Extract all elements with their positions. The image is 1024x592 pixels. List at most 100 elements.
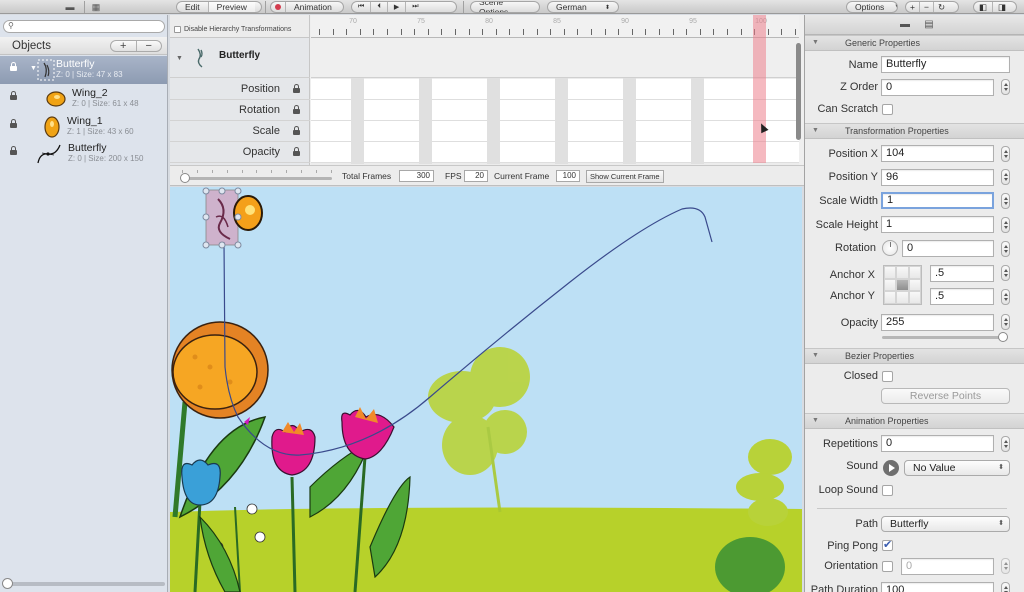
bezier-properties-header[interactable]: ▼ Bezier Properties xyxy=(805,348,1024,364)
lock-icon[interactable] xyxy=(10,94,17,101)
anchor-cell[interactable] xyxy=(908,278,921,292)
play-sound-icon[interactable] xyxy=(883,460,899,476)
object-row[interactable]: Wing_1 Z: 1 | Size: 43 x 60 xyxy=(0,113,167,141)
object-zoom-slider[interactable] xyxy=(2,578,165,589)
orientation-checkbox[interactable] xyxy=(882,561,893,572)
generic-properties-header[interactable]: ▼ Generic Properties xyxy=(805,35,1024,51)
anchor-cell[interactable] xyxy=(908,266,921,279)
step-forward-icon[interactable]: ⏭ xyxy=(406,2,424,12)
disclosure-triangle-icon[interactable]: ▼ xyxy=(812,39,819,46)
tab-edit[interactable]: Edit xyxy=(177,2,209,12)
playhead[interactable] xyxy=(753,15,766,163)
reset-zoom-button[interactable]: ↻ xyxy=(934,2,949,12)
rotation-input[interactable]: 0 xyxy=(902,240,994,257)
transformation-properties-header[interactable]: ▼ Transformation Properties xyxy=(805,123,1024,139)
lock-icon[interactable] xyxy=(10,65,17,72)
timeline-vertical-scrollbar[interactable] xyxy=(796,43,801,140)
animation-properties-header[interactable]: ▼ Animation Properties xyxy=(805,413,1024,429)
fps-input[interactable]: 20 xyxy=(464,170,488,182)
anchor-cell[interactable] xyxy=(884,278,897,292)
anchor-cell[interactable] xyxy=(884,266,897,279)
orientation-input[interactable]: 0 xyxy=(901,558,994,575)
step-back-icon[interactable]: ⏴ xyxy=(371,2,388,12)
reverse-points-button[interactable]: Reverse Points xyxy=(881,388,1010,404)
track-scale[interactable]: Scale xyxy=(170,121,310,142)
anchor-x-input[interactable]: .5 xyxy=(930,265,994,282)
closed-checkbox[interactable] xyxy=(882,371,893,382)
position-x-input[interactable]: 104 xyxy=(881,145,994,162)
object-row[interactable]: Butterfly Z: 0 | Size: 200 x 150 xyxy=(0,140,167,168)
path-duration-stepper[interactable] xyxy=(1001,582,1010,592)
position-y-stepper[interactable] xyxy=(1001,169,1010,185)
scene-options-button[interactable]: Scene Options xyxy=(470,1,540,13)
path-duration-input[interactable]: 100 xyxy=(881,582,994,592)
language-select[interactable]: German ⬍ xyxy=(547,1,619,13)
show-current-frame-button[interactable]: Show Current Frame xyxy=(586,170,664,183)
timeline-ruler[interactable]: 70 75 80 85 90 95 100 xyxy=(311,15,799,38)
name-input[interactable]: Butterfly xyxy=(881,56,1010,73)
opacity-stepper[interactable] xyxy=(1001,314,1010,330)
animation-toggle[interactable]: Animation xyxy=(270,1,344,13)
anchor-point-grid[interactable] xyxy=(883,265,922,305)
skip-to-start-icon[interactable]: ⏮ xyxy=(352,2,372,12)
orientation-stepper[interactable] xyxy=(1001,558,1010,574)
path-select[interactable]: Butterfly ⬍ xyxy=(881,516,1010,532)
zoom-out-button[interactable]: − xyxy=(920,2,934,12)
opacity-input[interactable]: 255 xyxy=(881,314,994,331)
opacity-slider[interactable] xyxy=(882,332,1008,342)
disclosure-triangle-icon[interactable]: ▼ xyxy=(812,127,819,134)
record-icon[interactable] xyxy=(271,2,286,12)
zoom-in-button[interactable]: + xyxy=(906,2,920,12)
anchor-y-input[interactable]: .5 xyxy=(930,288,994,305)
timeline-object-row[interactable]: ▼ Butterfly xyxy=(170,38,310,78)
slider-knob[interactable] xyxy=(180,173,190,183)
disclosure-triangle-icon[interactable]: ▼ xyxy=(812,417,819,424)
sound-select[interactable]: No Value ⬍ xyxy=(904,460,1010,476)
object-row[interactable]: ▼ Butterfly Z: 0 | Size: 47 x 83 xyxy=(0,56,167,84)
scale-height-input[interactable]: 1 xyxy=(881,216,994,233)
folder-icon[interactable]: ▬ xyxy=(899,19,911,30)
right-pane-icon[interactable]: ◨ xyxy=(993,2,1011,12)
repetitions-input[interactable]: 0 xyxy=(881,435,994,452)
current-frame-input[interactable]: 100 xyxy=(556,170,580,182)
disclosure-triangle-icon[interactable]: ▼ xyxy=(812,352,819,359)
z-order-stepper[interactable] xyxy=(1001,79,1010,95)
slider-knob[interactable] xyxy=(998,332,1008,342)
total-frames-input[interactable]: 300 xyxy=(399,170,434,182)
repetitions-stepper[interactable] xyxy=(1001,436,1010,452)
remove-object-button[interactable]: − xyxy=(137,41,162,52)
search-input[interactable]: ⚲ xyxy=(3,20,165,33)
loop-sound-checkbox[interactable] xyxy=(882,485,893,496)
play-icon[interactable]: ▶ xyxy=(388,2,407,12)
anchor-y-stepper[interactable] xyxy=(1001,289,1010,305)
folder-icon[interactable]: ▬ xyxy=(64,2,76,12)
disable-hierarchy-checkbox[interactable] xyxy=(174,26,181,33)
timeline-zoom-slider[interactable] xyxy=(180,170,332,183)
track-position[interactable]: Position xyxy=(170,79,310,100)
track-rotation[interactable]: Rotation xyxy=(170,100,310,121)
position-x-stepper[interactable] xyxy=(1001,146,1010,162)
scene-canvas[interactable] xyxy=(170,187,802,592)
can-scratch-checkbox[interactable] xyxy=(882,104,893,115)
rotation-dial[interactable] xyxy=(882,240,898,256)
properties-icon[interactable]: ▤ xyxy=(923,19,935,30)
z-order-input[interactable]: 0 xyxy=(881,79,994,96)
position-y-input[interactable]: 96 xyxy=(881,169,994,186)
track-opacity[interactable]: Opacity xyxy=(170,142,310,163)
add-object-button[interactable]: + xyxy=(111,41,137,52)
scale-height-stepper[interactable] xyxy=(1001,217,1010,233)
timeline-tracks[interactable] xyxy=(311,38,799,165)
ping-pong-checkbox[interactable] xyxy=(882,538,893,551)
object-row[interactable]: Wing_2 Z: 0 | Size: 61 x 48 xyxy=(0,85,167,113)
lock-icon[interactable] xyxy=(10,149,17,156)
scale-width-input[interactable]: 1 xyxy=(881,192,994,209)
options-menu[interactable]: Options ▼ xyxy=(846,1,898,13)
rotation-stepper[interactable] xyxy=(1001,241,1010,257)
anchor-x-stepper[interactable] xyxy=(1001,265,1010,281)
disclosure-triangle-icon[interactable]: ▼ xyxy=(176,55,183,62)
lock-icon[interactable] xyxy=(10,122,17,129)
left-pane-icon[interactable]: ◧ xyxy=(974,2,994,12)
anchor-cell[interactable] xyxy=(908,291,921,304)
anchor-cell[interactable] xyxy=(896,266,909,279)
slider-knob[interactable] xyxy=(2,578,13,589)
